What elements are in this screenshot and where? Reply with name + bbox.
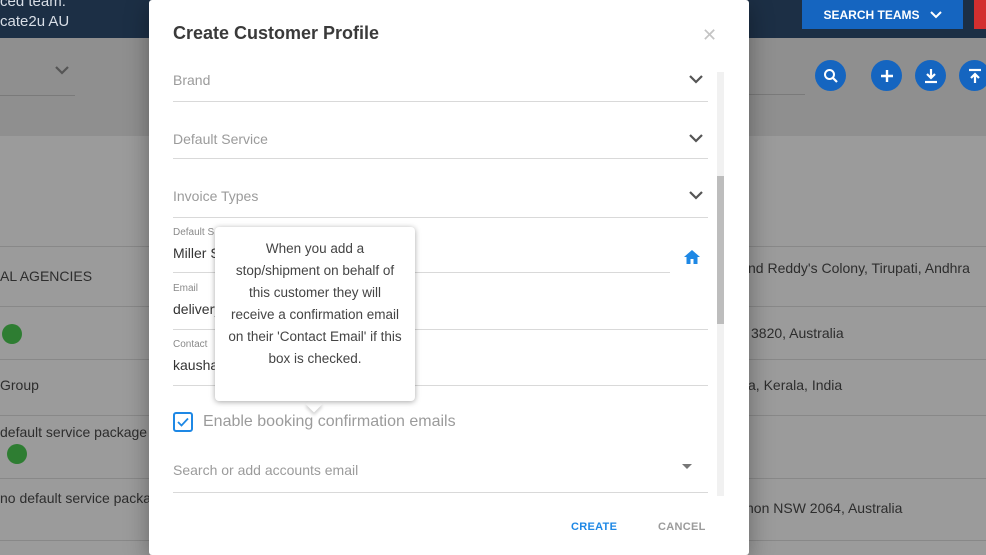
filter-select[interactable] (0, 95, 75, 96)
chevron-down-icon (929, 10, 942, 18)
email-value: delivery (173, 301, 222, 317)
chevron-down-icon (689, 134, 703, 143)
table-row-name: Group (0, 377, 39, 393)
chevron-down-icon[interactable] (54, 65, 70, 75)
email-label: Email (173, 283, 199, 294)
cancel-button[interactable]: CANCEL (658, 521, 706, 533)
search-teams-button[interactable]: SEARCH TEAMS (802, 0, 963, 29)
default-site-label: Default S (173, 227, 215, 238)
booking-confirmation-tooltip: When you add a stop/shipment on behalf o… (215, 227, 415, 401)
booking-confirmation-label[interactable]: Enable booking confirmation emails (203, 413, 456, 431)
table-row-address: 3820, Australia (751, 325, 844, 341)
default-service-select[interactable]: Default Service (173, 131, 708, 159)
search-icon (823, 68, 838, 83)
create-button[interactable]: CREATE (571, 521, 617, 533)
default-service-label: Default Service (173, 131, 268, 147)
search-teams-label: SEARCH TEAMS (823, 7, 920, 22)
home-icon[interactable] (683, 249, 701, 265)
dialog-scrollbar-thumb[interactable] (717, 176, 724, 324)
team-label: ced team: (0, 0, 66, 10)
invoice-types-select[interactable]: Invoice Types (173, 188, 708, 218)
check-icon (177, 417, 189, 427)
plus-icon (880, 69, 893, 82)
download-icon (924, 68, 937, 83)
chevron-down-icon (689, 191, 703, 200)
table-row-name: no default service packag (0, 490, 159, 506)
table-row-name: default service package - (0, 424, 156, 440)
dialog-title: Create Customer Profile (173, 23, 380, 43)
team-name: cate2u AU (0, 13, 70, 30)
search-button[interactable] (815, 60, 846, 91)
table-row-name: AL AGENCIES (0, 268, 93, 284)
upload-icon (968, 68, 981, 83)
alert-button[interactable] (974, 0, 986, 29)
brand-label: Brand (173, 72, 211, 88)
table-row-address: nd Reddy's Colony, Tirupati, Andhra (748, 260, 970, 276)
contact-email-value: kausha (173, 357, 219, 373)
chevron-down-icon (689, 75, 703, 84)
download-button[interactable] (915, 60, 946, 91)
user-icon (7, 444, 27, 464)
brand-select[interactable]: Brand (173, 72, 708, 102)
add-button[interactable] (871, 60, 902, 91)
contact-email-label: Contact (173, 339, 208, 350)
table-row-address: a, Kerala, India (748, 377, 843, 393)
booking-confirmation-checkbox[interactable] (173, 412, 193, 432)
accounts-email-select[interactable]: Search or add accounts email (173, 458, 708, 493)
upload-button[interactable] (959, 60, 986, 91)
caret-down-icon (682, 464, 692, 469)
filter-search-field[interactable] (748, 94, 805, 95)
default-site-value: Miller S (173, 245, 220, 261)
invoice-types-label: Invoice Types (173, 188, 259, 204)
user-icon (2, 324, 22, 344)
close-icon[interactable]: ✕ (702, 26, 717, 44)
accounts-email-placeholder: Search or add accounts email (173, 462, 359, 478)
table-row-address: non NSW 2064, Australia (746, 500, 903, 516)
